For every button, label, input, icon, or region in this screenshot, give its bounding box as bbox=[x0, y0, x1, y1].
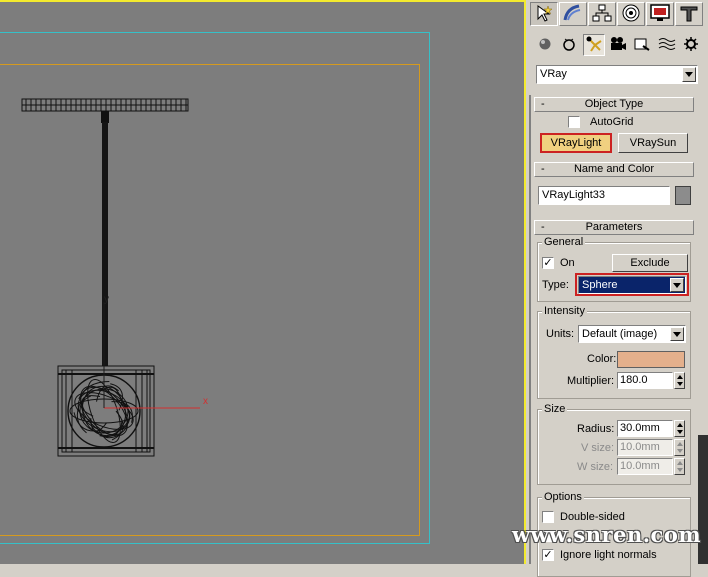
lights-icon bbox=[585, 35, 603, 56]
radius-spinner[interactable] bbox=[674, 420, 685, 437]
tab-modify[interactable] bbox=[559, 2, 587, 26]
create-subcategories bbox=[534, 34, 702, 58]
wsize-input[interactable]: 10.0mm bbox=[617, 458, 673, 475]
exclude-button[interactable]: Exclude bbox=[612, 254, 688, 272]
geometry-icon bbox=[538, 37, 552, 54]
checkmark-icon: ✓ bbox=[543, 257, 553, 269]
options-group-title: Options bbox=[542, 491, 584, 503]
spacewarps-icon bbox=[658, 36, 676, 55]
object-name-value: VRayLight33 bbox=[542, 189, 605, 201]
rollout-title: Name and Color bbox=[573, 163, 655, 175]
rollout-edge bbox=[529, 95, 531, 564]
vsize-input[interactable]: 10.0mm bbox=[617, 439, 673, 456]
ignore-normals-checkbox[interactable]: ✓ bbox=[542, 549, 554, 561]
chevron-down-icon[interactable] bbox=[682, 67, 696, 82]
vraysun-button-label: VRaySun bbox=[629, 137, 677, 149]
front-viewport[interactable]: x y bbox=[0, 0, 526, 564]
tab-utilities[interactable] bbox=[675, 2, 703, 26]
collapse-icon: - bbox=[541, 98, 545, 110]
multiplier-value: 180.0 bbox=[620, 374, 648, 386]
exclude-button-label: Exclude bbox=[630, 257, 670, 269]
tab-create[interactable] bbox=[530, 2, 558, 26]
helpers-icon bbox=[633, 36, 651, 55]
general-group-title: General bbox=[542, 236, 586, 248]
wsize-value: 10.0mm bbox=[620, 460, 660, 472]
chevron-down-icon[interactable] bbox=[670, 327, 684, 341]
tab-display[interactable] bbox=[646, 2, 674, 26]
multiplier-label: Multiplier: bbox=[567, 375, 615, 387]
lamp-canopy bbox=[21, 98, 189, 112]
units-label: Units: bbox=[546, 328, 575, 340]
axis-label-y: y bbox=[104, 294, 109, 305]
autogrid-checkbox[interactable] bbox=[568, 116, 580, 128]
motion-icon bbox=[621, 4, 641, 25]
light-type-dropdown[interactable]: Sphere bbox=[578, 276, 686, 294]
watermark-text: www.snren.com bbox=[512, 522, 702, 547]
units-value: Default (image) bbox=[582, 328, 658, 340]
category-dropdown[interactable]: VRay bbox=[536, 65, 698, 84]
subcategory-geometry[interactable] bbox=[534, 34, 556, 56]
subcategory-spacewarps[interactable] bbox=[655, 34, 677, 56]
multiplier-input[interactable]: 180.0 bbox=[617, 372, 673, 389]
shapes-icon bbox=[561, 36, 577, 55]
rollout-parameters-header[interactable]: - Parameters bbox=[534, 220, 694, 235]
light-color-swatch[interactable] bbox=[617, 351, 685, 368]
on-checkbox[interactable]: ✓ bbox=[542, 257, 554, 269]
checkmark-icon: ✓ bbox=[543, 549, 553, 561]
collapse-icon: - bbox=[541, 163, 545, 175]
tab-motion[interactable] bbox=[617, 2, 645, 26]
vsize-spinner[interactable] bbox=[674, 439, 685, 456]
autogrid-label: AutoGrid bbox=[590, 116, 634, 128]
color-label: Color: bbox=[587, 353, 617, 365]
systems-icon bbox=[682, 36, 700, 55]
modify-icon bbox=[563, 4, 583, 25]
intensity-group-title: Intensity bbox=[542, 305, 587, 317]
rollout-title: Object Type bbox=[584, 98, 644, 110]
hierarchy-icon bbox=[592, 4, 612, 25]
vraylight-button-label: VRayLight bbox=[550, 137, 602, 149]
tab-hierarchy[interactable] bbox=[588, 2, 616, 26]
vsize-label: V size: bbox=[581, 442, 615, 454]
units-dropdown[interactable]: Default (image) bbox=[578, 325, 686, 343]
rollout-object-type-header[interactable]: - Object Type bbox=[534, 97, 694, 112]
chevron-down-icon[interactable] bbox=[670, 278, 684, 292]
on-label: On bbox=[560, 257, 575, 269]
ignore-normals-label: Ignore light normals bbox=[560, 549, 657, 561]
radius-input[interactable]: 30.0mm bbox=[617, 420, 673, 437]
utilities-icon bbox=[679, 4, 699, 25]
size-group-title: Size bbox=[542, 403, 568, 415]
subcategory-systems[interactable] bbox=[680, 34, 702, 56]
radius-label: Radius: bbox=[577, 423, 615, 435]
command-panel-tabs bbox=[530, 2, 706, 28]
subcategory-lights[interactable] bbox=[582, 34, 605, 56]
rollout-title: Parameters bbox=[585, 221, 643, 233]
vraysun-button[interactable]: VRaySun bbox=[618, 133, 688, 153]
subcategory-cameras[interactable] bbox=[607, 34, 629, 56]
create-icon bbox=[535, 4, 553, 25]
object-color-swatch[interactable] bbox=[675, 186, 691, 205]
light-type-value: Sphere bbox=[582, 279, 618, 291]
type-label: Type: bbox=[542, 279, 569, 291]
cameras-icon bbox=[609, 36, 627, 55]
rollout-name-color-header[interactable]: - Name and Color bbox=[534, 162, 694, 177]
vsize-value: 10.0mm bbox=[620, 441, 660, 453]
multiplier-spinner[interactable] bbox=[674, 372, 685, 389]
pendant-lamp-wireframe: x y bbox=[21, 98, 208, 457]
wsize-label: W size: bbox=[577, 461, 614, 473]
category-dropdown-value: VRay bbox=[540, 68, 567, 80]
vraylight-button[interactable]: VRayLight bbox=[540, 133, 612, 153]
axis-label-x: x bbox=[203, 396, 208, 407]
subcategory-helpers[interactable] bbox=[631, 34, 653, 56]
lamp-cord bbox=[101, 111, 109, 366]
display-icon bbox=[649, 3, 671, 25]
wsize-spinner[interactable] bbox=[674, 458, 685, 475]
lamp-shade bbox=[57, 365, 155, 457]
subcategory-shapes[interactable] bbox=[558, 34, 580, 56]
radius-value: 30.0mm bbox=[620, 422, 660, 434]
object-name-field[interactable]: VRayLight33 bbox=[538, 186, 670, 205]
collapse-icon: - bbox=[541, 221, 545, 233]
